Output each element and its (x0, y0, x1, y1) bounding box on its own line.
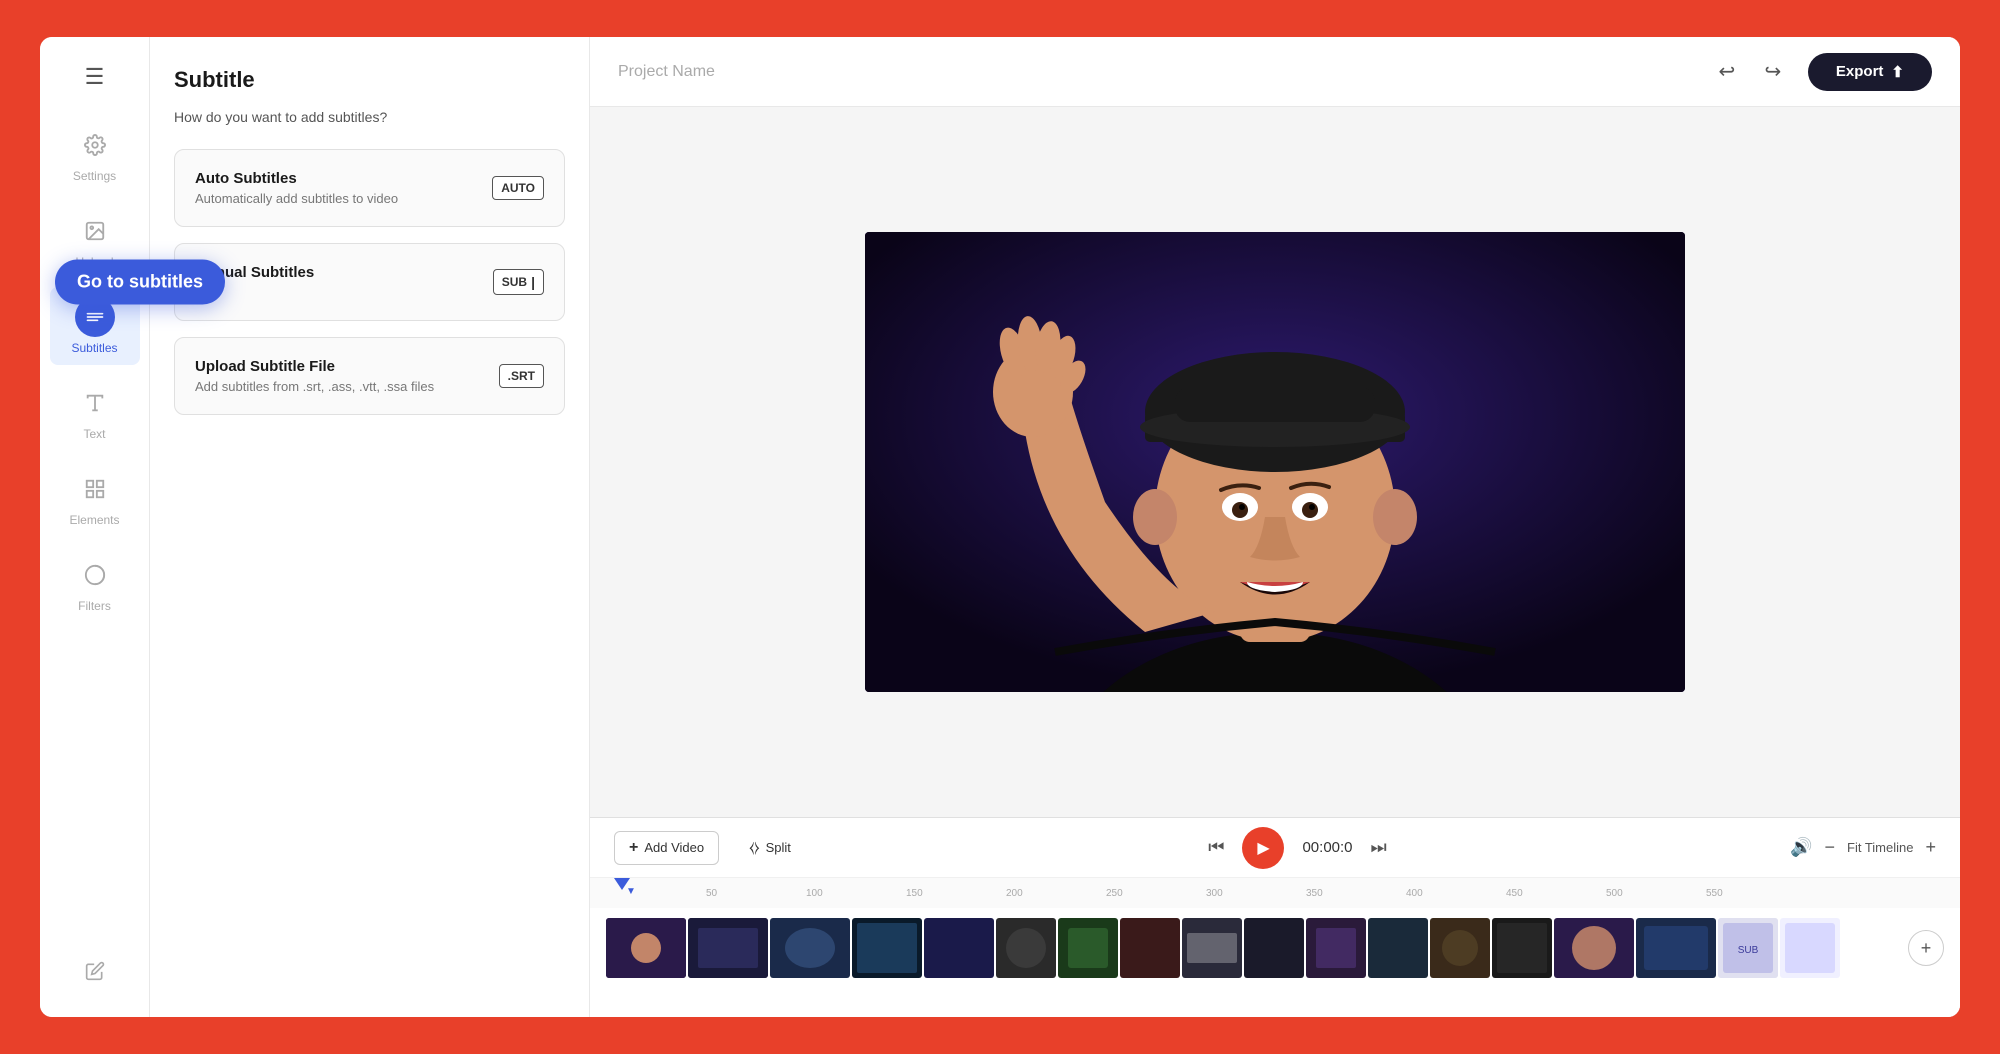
svg-text:SUB: SUB (1738, 945, 1759, 956)
timeline-center-controls: ⏮ ▶ 00:00:0 ⏭ (1208, 827, 1386, 869)
track-thumb-8 (1182, 918, 1242, 978)
split-button[interactable]: ⧼⧽ Split (735, 832, 805, 863)
sidebar-label-filters: Filters (78, 599, 111, 613)
fit-timeline-label: Fit Timeline (1847, 840, 1913, 855)
auto-subtitles-card[interactable]: Auto Subtitles Automatically add subtitl… (174, 149, 565, 227)
skip-forward-button[interactable]: ⏭ (1371, 837, 1387, 858)
play-icon: ▶ (1257, 838, 1269, 858)
sidebar-item-text[interactable]: Text (50, 373, 140, 451)
auto-option-info: Auto Subtitles Automatically add subtitl… (195, 170, 398, 206)
video-canvas (865, 232, 1685, 692)
play-button[interactable]: ▶ (1242, 827, 1284, 869)
track-thumb-2 (770, 918, 850, 978)
track-thumb-15 (1636, 918, 1716, 978)
track-thumb-4 (924, 918, 994, 978)
upload-option-title: Upload Subtitle File (195, 358, 434, 375)
video-area (590, 107, 1960, 817)
redo-button[interactable]: ↪ (1754, 53, 1792, 91)
main-content: Project Name ↩ ↪ Export ⬆ (590, 37, 1960, 1017)
auto-option-desc: Automatically add subtitles to video (195, 191, 398, 206)
manual-badge: SUB | (493, 269, 544, 295)
sidebar-label-text: Text (83, 427, 105, 441)
timeline-track: SUB + (590, 908, 1960, 988)
timeline-section: + Add Video ⧼⧽ Split ⏮ ▶ 00:00:0 (590, 817, 1960, 1017)
track-thumb-9 (1244, 918, 1304, 978)
header: Project Name ↩ ↪ Export ⬆ (590, 37, 1960, 107)
subtitle-panel: Subtitle How do you want to add subtitle… (150, 37, 590, 1017)
sidebar-item-filters[interactable]: Filters (50, 545, 140, 623)
export-upload-icon: ⬆ (1891, 63, 1904, 81)
main-container: ☰ Settings Upload Subtitles (40, 37, 1960, 1017)
track-thumb-5 (996, 918, 1056, 978)
sidebar-label-elements: Elements (69, 513, 119, 527)
timeline-right-controls: 🔊 − Fit Timeline + (1790, 837, 1936, 858)
header-actions: ↩ ↪ Export ⬆ (1708, 53, 1932, 91)
zoom-in-button[interactable]: + (1925, 837, 1936, 858)
track-thumb-6 (1058, 918, 1118, 978)
zoom-out-button[interactable]: − (1824, 837, 1835, 858)
export-button[interactable]: Export ⬆ (1808, 53, 1932, 91)
add-video-button[interactable]: + Add Video (614, 831, 719, 865)
sidebar-label-settings: Settings (73, 169, 116, 183)
sidebar: ☰ Settings Upload Subtitles (40, 37, 150, 1017)
track-thumb-11 (1368, 918, 1428, 978)
track-thumb-17 (1780, 918, 1840, 978)
sidebar-item-edit[interactable] (50, 941, 140, 1001)
sidebar-label-subtitles: Subtitles (71, 341, 117, 355)
split-icon: ⧼⧽ (749, 839, 760, 856)
timeline-ruler: ▼ 50 100 150 200 250 300 350 400 450 500… (590, 878, 1960, 908)
timeline-controls: + Add Video ⧼⧽ Split ⏮ ▶ 00:00:0 (590, 818, 1960, 878)
undo-redo-group: ↩ ↪ (1708, 53, 1792, 91)
go-to-subtitles-tooltip: Go to subtitles (55, 260, 225, 305)
upload-badge: .SRT (499, 364, 544, 388)
track-thumb-12 (1430, 918, 1490, 978)
upload-option-desc: Add subtitles from .srt, .ass, .vtt, .ss… (195, 379, 434, 394)
sidebar-item-elements[interactable]: Elements (50, 459, 140, 537)
playhead (614, 878, 630, 890)
settings-icon (75, 125, 115, 165)
project-name[interactable]: Project Name (618, 63, 715, 81)
timeline-left-controls: + Add Video ⧼⧽ Split (614, 831, 805, 865)
filters-icon (75, 555, 115, 595)
track-thumb-13 (1492, 918, 1552, 978)
sidebar-item-settings[interactable]: Settings (50, 115, 140, 193)
elements-icon (75, 469, 115, 509)
track-thumb-10 (1306, 918, 1366, 978)
cursor-icon: | (531, 274, 535, 290)
skip-back-button[interactable]: ⏮ (1208, 837, 1224, 858)
auto-option-title: Auto Subtitles (195, 170, 398, 187)
text-icon (75, 383, 115, 423)
upload-subtitle-card[interactable]: Upload Subtitle File Add subtitles from … (174, 337, 565, 415)
track-thumb-14 (1554, 918, 1634, 978)
track-thumb-1 (688, 918, 768, 978)
undo-button[interactable]: ↩ (1708, 53, 1746, 91)
plus-icon: + (629, 839, 638, 857)
app-body: ☰ Settings Upload Subtitles (40, 37, 1960, 1017)
auto-badge: AUTO (492, 176, 544, 200)
time-display: 00:00:0 (1302, 839, 1352, 856)
menu-icon[interactable]: ☰ (75, 57, 115, 97)
manual-subtitles-card[interactable]: Manual Subtitles placeholder SUB | Go to… (174, 243, 565, 321)
track-thumb-3 (852, 918, 922, 978)
track-thumb-16: SUB (1718, 918, 1778, 978)
upload-option-info: Upload Subtitle File Add subtitles from … (195, 358, 434, 394)
track-thumb-7 (1120, 918, 1180, 978)
panel-subtitle: How do you want to add subtitles? (174, 109, 565, 125)
edit-icon (75, 951, 115, 991)
track-thumb-0 (606, 918, 686, 978)
volume-icon[interactable]: 🔊 (1790, 837, 1812, 858)
panel-title: Subtitle (174, 67, 565, 93)
add-track-button[interactable]: + (1908, 930, 1944, 966)
upload-icon (75, 211, 115, 251)
video-preview (865, 232, 1685, 692)
